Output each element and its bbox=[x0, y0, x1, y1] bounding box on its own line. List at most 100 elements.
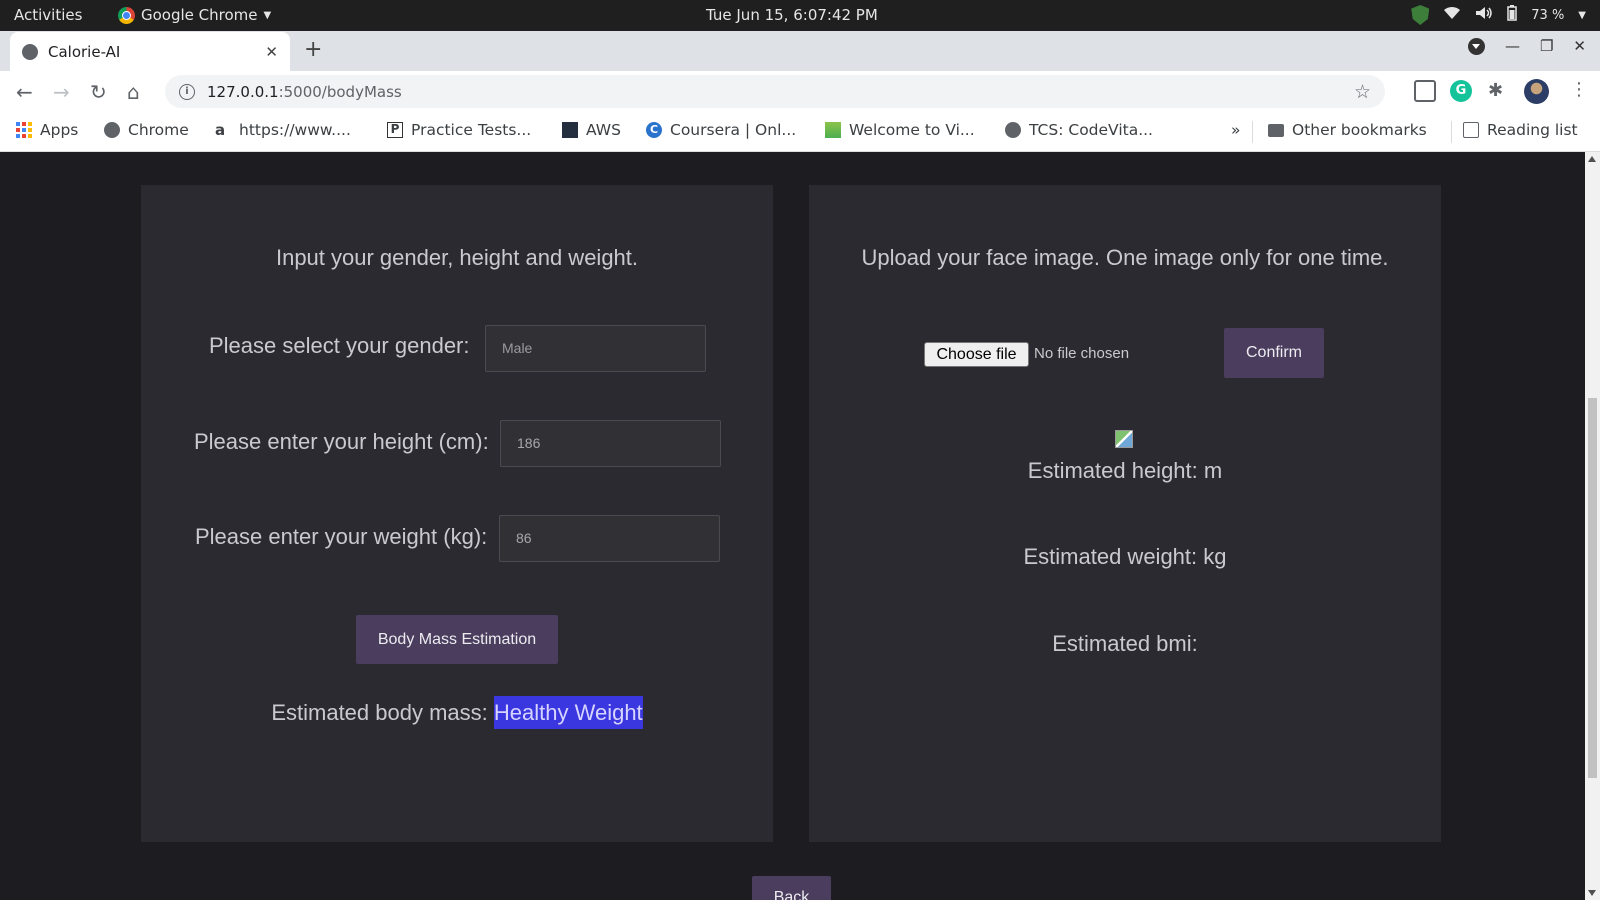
result-value: Healthy Weight bbox=[493, 696, 643, 729]
wifi-icon bbox=[1443, 6, 1461, 24]
bookmark-label: Reading list bbox=[1487, 121, 1578, 139]
globe-icon bbox=[22, 43, 38, 60]
app-menu[interactable]: Google Chrome ▼ bbox=[118, 6, 271, 24]
bookmark-label: Welcome to Vi... bbox=[849, 121, 975, 139]
body-mass-result: Estimated body mass: Healthy Weight bbox=[141, 696, 773, 729]
bookmark-label: https://www.... bbox=[239, 121, 351, 139]
tab-title: Calorie-AI bbox=[48, 42, 121, 61]
estimated-height: Estimated height: m bbox=[1027, 458, 1223, 483]
grammarly-icon[interactable]: G bbox=[1450, 80, 1472, 102]
chevron-down-icon: ▼ bbox=[263, 9, 272, 21]
chrome-menu-icon[interactable]: ⋮ bbox=[1570, 79, 1588, 100]
result-label: Estimated body mass: bbox=[271, 700, 488, 725]
manual-input-panel: Input your gender, height and weight. Pl… bbox=[141, 185, 773, 842]
close-window-icon[interactable]: ✕ bbox=[1573, 37, 1586, 55]
scrollbar-thumb[interactable] bbox=[1588, 398, 1597, 778]
practice-icon: P bbox=[387, 122, 403, 138]
choose-file-button[interactable]: Choose file bbox=[924, 342, 1029, 367]
bookmark-separator bbox=[1451, 121, 1452, 143]
window-controls: — ❐ ✕ bbox=[1467, 37, 1600, 55]
clock[interactable]: Tue Jun 15, 6:07:42 PM bbox=[706, 6, 878, 24]
gender-select[interactable]: Male bbox=[485, 325, 706, 372]
panel-heading: Upload your face image. One image only f… bbox=[861, 245, 1389, 270]
profile-avatar[interactable] bbox=[1524, 79, 1549, 104]
broken-image-icon bbox=[1115, 430, 1133, 448]
apps-grid-icon bbox=[16, 122, 32, 138]
reload-icon[interactable]: ↻ bbox=[90, 80, 107, 104]
estimated-weight: Estimated weight: kg bbox=[1023, 544, 1227, 569]
coursera-icon: C bbox=[646, 122, 662, 138]
page-content: Input your gender, height and weight. Pl… bbox=[0, 152, 1585, 900]
bookmarks-bar: Apps Chrome a https://www.... P Practice… bbox=[0, 112, 1600, 152]
extension-icon[interactable] bbox=[1414, 80, 1436, 102]
bookmark-tcs-codevita[interactable]: TCS: CodeVita... bbox=[1005, 121, 1153, 139]
bookmark-label: AWS bbox=[586, 121, 621, 139]
site-info-icon[interactable]: i bbox=[179, 83, 195, 100]
body-mass-estimation-button[interactable]: Body Mass Estimation bbox=[356, 615, 558, 664]
globe-icon bbox=[1005, 122, 1021, 138]
bookmark-aws[interactable]: AWS bbox=[562, 121, 621, 139]
extensions-puzzle-icon[interactable]: ✱ bbox=[1488, 80, 1510, 102]
folder-icon bbox=[1268, 123, 1284, 137]
bookmarks-overflow-button[interactable]: » bbox=[1231, 121, 1240, 139]
back-button[interactable]: Back bbox=[752, 876, 831, 900]
system-top-bar: Activities Google Chrome ▼ Tue Jun 15, 6… bbox=[0, 0, 1600, 31]
bookmark-label: Coursera | Onl... bbox=[670, 121, 797, 139]
bookmark-star-icon[interactable]: ☆ bbox=[1354, 81, 1371, 103]
bookmark-practice-tests[interactable]: P Practice Tests... bbox=[387, 121, 531, 139]
home-icon[interactable]: ⌂ bbox=[127, 80, 140, 104]
file-status: No file chosen bbox=[1034, 345, 1130, 362]
bookmark-chrome[interactable]: Chrome bbox=[104, 121, 189, 139]
page-scrollbar[interactable] bbox=[1585, 152, 1600, 900]
bookmark-apps[interactable]: Apps bbox=[16, 121, 78, 139]
reading-list-icon bbox=[1463, 122, 1479, 138]
vi-icon bbox=[825, 122, 841, 138]
face-upload-panel: Upload your face image. One image only f… bbox=[809, 185, 1441, 842]
url-path: :5000/bodyMass bbox=[278, 82, 402, 101]
estimated-bmi: Estimated bmi: bbox=[1052, 631, 1198, 656]
bookmark-coursera[interactable]: C Coursera | Onl... bbox=[646, 121, 796, 139]
panel-heading: Input your gender, height and weight. bbox=[275, 245, 639, 270]
system-tray[interactable]: 73 % ▼ bbox=[1411, 5, 1586, 25]
url-host: 127.0.0.1 bbox=[207, 82, 279, 101]
activities-button[interactable]: Activities bbox=[14, 6, 82, 24]
weight-label: Please enter your weight (kg): bbox=[195, 524, 488, 549]
scroll-up-icon[interactable] bbox=[1588, 156, 1596, 162]
volume-icon bbox=[1475, 6, 1493, 24]
tab-search-icon[interactable] bbox=[1467, 37, 1485, 55]
app-name: Google Chrome bbox=[141, 6, 258, 24]
tab-strip: Calorie-AI ✕ + — ❐ ✕ bbox=[0, 31, 1600, 71]
browser-toolbar: ← → ↻ ⌂ i 127.0.0.1:5000/bodyMass ☆ G ✱ … bbox=[0, 71, 1600, 112]
bookmark-label: Apps bbox=[40, 121, 79, 139]
bookmark-amazon[interactable]: a https://www.... bbox=[215, 121, 351, 139]
bookmark-label: Other bookmarks bbox=[1292, 121, 1427, 139]
bookmark-label: TCS: CodeVita... bbox=[1029, 121, 1153, 139]
bookmark-label: Chrome bbox=[128, 121, 189, 139]
weight-input[interactable]: 86 bbox=[499, 515, 720, 562]
globe-icon bbox=[104, 122, 120, 138]
shield-icon[interactable] bbox=[1411, 5, 1430, 25]
new-tab-button[interactable]: + bbox=[304, 37, 322, 62]
height-label: Please enter your height (cm): bbox=[194, 429, 489, 454]
tab-calorie-ai[interactable]: Calorie-AI ✕ bbox=[10, 32, 290, 71]
address-bar[interactable]: i 127.0.0.1:5000/bodyMass ☆ bbox=[165, 75, 1385, 108]
bookmark-label: Practice Tests... bbox=[411, 121, 532, 139]
gender-label: Please select your gender: bbox=[209, 333, 470, 358]
amazon-icon: a bbox=[215, 121, 226, 139]
close-tab-icon[interactable]: ✕ bbox=[265, 43, 278, 61]
height-input[interactable]: 186 bbox=[500, 420, 721, 467]
other-bookmarks-folder[interactable]: Other bookmarks bbox=[1268, 121, 1427, 139]
battery-icon bbox=[1507, 5, 1518, 25]
restore-icon[interactable]: ❐ bbox=[1540, 37, 1553, 55]
chrome-icon bbox=[118, 6, 135, 24]
confirm-button[interactable]: Confirm bbox=[1224, 328, 1324, 378]
reading-list-button[interactable]: Reading list bbox=[1463, 121, 1578, 139]
minimize-icon[interactable]: — bbox=[1505, 37, 1520, 55]
bookmark-welcome[interactable]: Welcome to Vi... bbox=[825, 121, 975, 139]
forward-arrow-icon[interactable]: → bbox=[53, 80, 70, 104]
aws-icon bbox=[562, 122, 578, 138]
back-arrow-icon[interactable]: ← bbox=[16, 80, 33, 104]
battery-level: 73 % bbox=[1531, 7, 1565, 23]
scroll-down-icon[interactable] bbox=[1588, 890, 1596, 896]
tray-menu-chevron-icon: ▼ bbox=[1578, 9, 1586, 21]
